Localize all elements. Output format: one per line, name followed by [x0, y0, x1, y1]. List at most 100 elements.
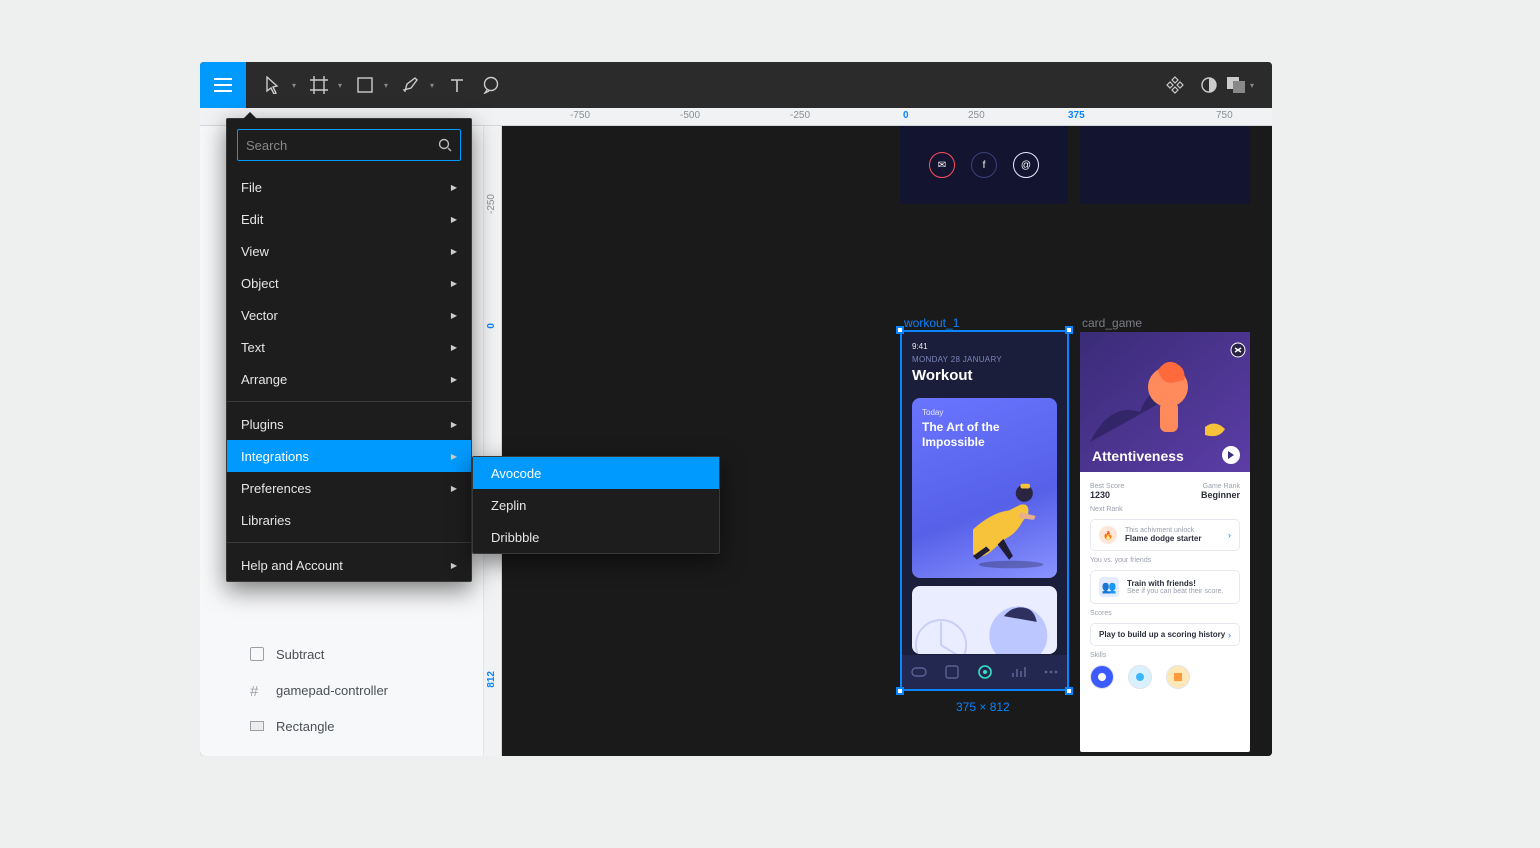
submenu-item-zeplin[interactable]: Zeplin: [473, 489, 719, 521]
menu-search[interactable]: [237, 129, 461, 161]
frame-icon: [310, 76, 328, 94]
workout-tab-icon[interactable]: [976, 663, 994, 681]
ruler-tick: 812: [486, 671, 497, 688]
menu-item-preferences[interactable]: Preferences▶: [227, 472, 471, 504]
ruler-tick: -500: [680, 110, 700, 121]
triangle-right-icon: ▶: [451, 561, 457, 570]
layer-row[interactable]: # gamepad-controller: [200, 672, 483, 708]
cursor-icon: [265, 76, 281, 94]
boolean-button[interactable]: ▾: [1226, 62, 1260, 108]
artboard-label[interactable]: workout_1: [904, 316, 959, 330]
resize-handle[interactable]: [896, 687, 904, 695]
social-tab-icon[interactable]: [943, 663, 961, 681]
card-text: Play to build up a scoring history: [1099, 630, 1225, 639]
artboard-label[interactable]: card_game: [1082, 316, 1142, 330]
triangle-right-icon: ▶: [451, 247, 457, 256]
contrast-icon: [1200, 76, 1218, 94]
label: Scores: [1090, 610, 1240, 617]
triangle-right-icon: ▶: [451, 452, 457, 461]
facebook-icon: f: [971, 152, 997, 178]
play-icon: [1222, 446, 1240, 464]
skill-badges: [1090, 665, 1240, 689]
triangle-right-icon: ▶: [451, 183, 457, 192]
card-title: Train with friends!: [1127, 579, 1224, 588]
menu-item-libraries[interactable]: Libraries: [227, 504, 471, 536]
menu-item-file[interactable]: File▶: [227, 171, 471, 203]
menu-item-arrange[interactable]: Arrange▶: [227, 363, 471, 395]
card-headline: The Art of the Impossible: [922, 420, 1047, 450]
triangle-right-icon: ▶: [451, 484, 457, 493]
comment-tool[interactable]: [474, 62, 508, 108]
chevron-down-icon: ▾: [338, 81, 342, 90]
stats-tab-icon[interactable]: [1009, 663, 1027, 681]
artboard-workout[interactable]: 9:41 MONDAY 28 JANUARY Workout Today The…: [902, 332, 1067, 689]
artboard[interactable]: ✉ f @: [900, 126, 1068, 204]
layer-name: Rectangle: [276, 719, 335, 734]
label: Next Rank: [1090, 506, 1240, 513]
ruler-tick: -250: [790, 110, 810, 121]
hamburger-icon: [214, 78, 232, 92]
artboard[interactable]: [1080, 126, 1250, 204]
toolbar: ▾ ▾ ▾ ▾ ▾: [200, 62, 1272, 108]
main-menu-button[interactable]: [200, 62, 246, 108]
selection-dimensions: 375 × 812: [956, 700, 1010, 714]
ruler-tick: -750: [570, 110, 590, 121]
workout-card: Today The Art of the Impossible: [912, 398, 1057, 578]
label: Skills: [1090, 652, 1240, 659]
menu-item-help[interactable]: Help and Account▶: [227, 549, 471, 581]
rectangle-icon: [250, 721, 264, 731]
resize-handle[interactable]: [1065, 326, 1073, 334]
badge-icon: [1166, 665, 1190, 689]
text-tool[interactable]: [440, 62, 474, 108]
scores-card: Play to build up a scoring history ›: [1090, 623, 1240, 646]
more-tab-icon[interactable]: [1042, 663, 1060, 681]
achievement-card: 🔥 This achivment unlock Flame dodge star…: [1090, 519, 1240, 551]
games-tab-icon[interactable]: [910, 663, 928, 681]
contrast-button[interactable]: [1192, 62, 1226, 108]
subtract-icon: [250, 647, 264, 661]
integrations-submenu: Avocode Zeplin Dribbble: [472, 456, 720, 554]
best-score: 1230: [1090, 490, 1124, 500]
components-button[interactable]: [1158, 62, 1192, 108]
menu-separator: [227, 401, 471, 402]
pen-tool[interactable]: [394, 62, 428, 108]
badge-icon: [1128, 665, 1152, 689]
menu-item-view[interactable]: View▶: [227, 235, 471, 267]
search-input[interactable]: [246, 138, 438, 153]
layer-name: gamepad-controller: [276, 683, 388, 698]
ruler-vertical: -250 0 812: [484, 126, 502, 756]
canvas[interactable]: -250 0 812 ✉ f @ workout_1 9:41 MONDAY 2…: [484, 126, 1272, 756]
ruler-tick: 0: [486, 323, 497, 329]
ruler-tick: 375: [1068, 110, 1085, 121]
workout-date: MONDAY 28 JANUARY: [912, 355, 1057, 364]
artboard-cardgame[interactable]: Attentiveness Best Score1230 Game RankBe…: [1080, 332, 1250, 752]
diamond-grid-icon: [1166, 76, 1184, 94]
menu-item-vector[interactable]: Vector▶: [227, 299, 471, 331]
resize-handle[interactable]: [1065, 687, 1073, 695]
frame-tool[interactable]: [302, 62, 336, 108]
label: Game Rank: [1201, 483, 1240, 490]
app-window: ▾ ▾ ▾ ▾ ▾ -750 -500 -250 0 250 375 750 S…: [200, 62, 1272, 756]
layer-row[interactable]: Subtract: [200, 636, 483, 672]
submenu-item-avocode[interactable]: Avocode: [473, 457, 719, 489]
submenu-item-dribbble[interactable]: Dribbble: [473, 521, 719, 553]
move-tool[interactable]: [256, 62, 290, 108]
shape-tool[interactable]: [348, 62, 382, 108]
resize-handle[interactable]: [896, 326, 904, 334]
chevron-right-icon: ›: [1228, 530, 1231, 540]
achievement-name: Flame dodge starter: [1125, 534, 1201, 543]
chevron-down-icon: ▾: [292, 81, 296, 90]
triangle-right-icon: ▶: [451, 420, 457, 429]
menu-item-text[interactable]: Text▶: [227, 331, 471, 363]
ruler-tick: -250: [486, 194, 497, 214]
layer-row[interactable]: Rectangle: [200, 708, 483, 744]
menu-item-plugins[interactable]: Plugins▶: [227, 408, 471, 440]
workout-card-secondary: [912, 586, 1057, 654]
workout-title: Workout: [912, 367, 1057, 384]
chevron-down-icon: ▾: [1250, 81, 1254, 90]
at-icon: @: [1013, 152, 1039, 178]
menu-item-integrations[interactable]: Integrations▶: [227, 440, 471, 472]
menu-item-object[interactable]: Object▶: [227, 267, 471, 299]
menu-item-edit[interactable]: Edit▶: [227, 203, 471, 235]
menu-separator: [227, 542, 471, 543]
